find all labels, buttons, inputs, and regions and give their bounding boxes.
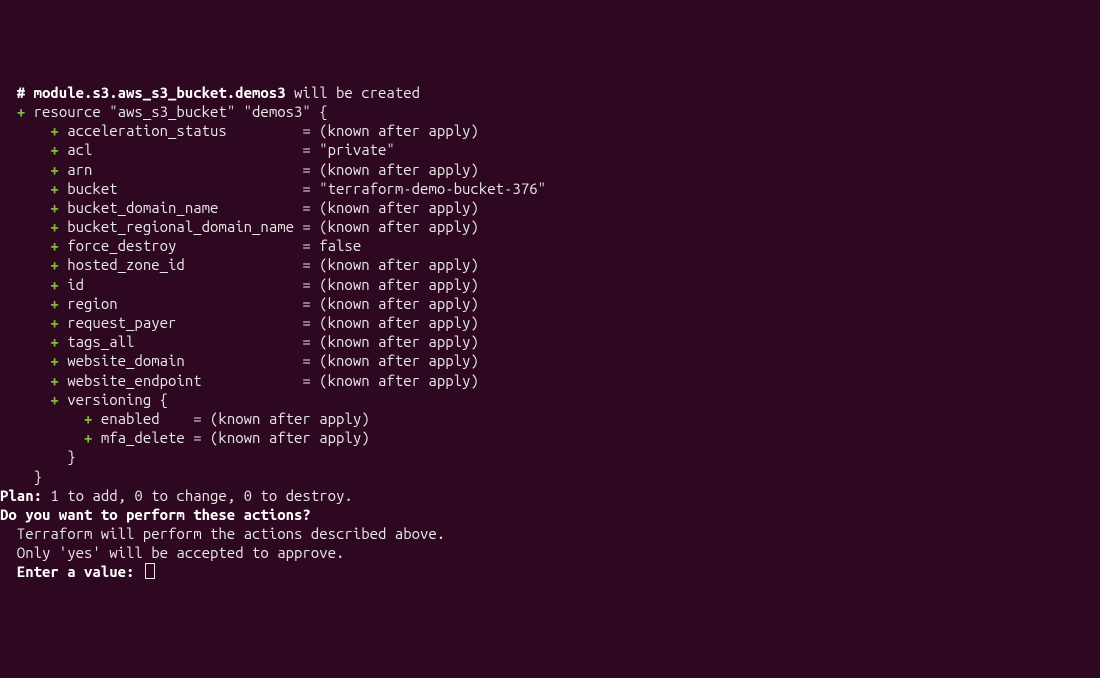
enter-value-prompt[interactable]: Enter a value:	[0, 562, 1100, 581]
brace-close: }	[0, 448, 76, 465]
plan-line: Plan: 1 to add, 0 to change, 0 to destro…	[0, 486, 1100, 505]
attr-region: + region = (known after apply)	[0, 294, 1100, 313]
plus-icon: +	[17, 103, 25, 120]
plus-icon: +	[50, 122, 58, 139]
confirm-info-2: Only 'yes' will be accepted to approve.	[0, 543, 1100, 562]
versioning-close: }	[0, 447, 1100, 466]
attr-text: id = (known after apply)	[59, 276, 479, 293]
prompt-label[interactable]: Enter a value:	[0, 563, 143, 580]
versioning-label: versioning {	[59, 391, 168, 408]
confirm-question: Do you want to perform these actions?	[0, 505, 1100, 524]
plus-icon: +	[50, 256, 58, 273]
attr-hosted_zone_id: + hosted_zone_id = (known after apply)	[0, 255, 1100, 274]
plus-icon: +	[50, 276, 58, 293]
attr-text: tags_all = (known after apply)	[59, 333, 479, 350]
plus-icon: +	[50, 372, 58, 389]
plus-icon: +	[50, 352, 58, 369]
plus-icon: +	[50, 333, 58, 350]
confirm-question-text: Do you want to perform these actions?	[0, 506, 311, 523]
plus-icon: +	[50, 314, 58, 331]
plus-icon: +	[50, 199, 58, 216]
attr-acceleration_status: + acceleration_status = (known after app…	[0, 121, 1100, 140]
attr-tags_all: + tags_all = (known after apply)	[0, 332, 1100, 351]
attr-bucket: + bucket = "terraform-demo-bucket-376"	[0, 179, 1100, 198]
attr-text: website_endpoint = (known after apply)	[59, 372, 479, 389]
resource-decl: resource "aws_s3_bucket" "demos3" {	[25, 103, 327, 120]
plus-icon: +	[50, 295, 58, 312]
attr-acl: + acl = "private"	[0, 140, 1100, 159]
comment-suffix: will be created	[286, 84, 420, 101]
cursor[interactable]	[145, 563, 155, 579]
plus-icon: +	[50, 161, 58, 178]
attr-text: bucket = "terraform-demo-bucket-376"	[59, 180, 546, 197]
plan-text: 1 to add, 0 to change, 0 to destroy.	[42, 487, 353, 504]
attr-text: website_domain = (known after apply)	[59, 352, 479, 369]
plus-icon: +	[50, 391, 58, 408]
versioning-enabled: + enabled = (known after apply)	[0, 409, 1100, 428]
plus-icon: +	[50, 218, 58, 235]
attr-id: + id = (known after apply)	[0, 275, 1100, 294]
versioning-attr-text: enabled = (known after apply)	[92, 410, 369, 427]
versioning-attr-text: mfa_delete = (known after apply)	[92, 429, 369, 446]
attr-bucket_regional_domain_name: + bucket_regional_domain_name = (known a…	[0, 217, 1100, 236]
versioning-mfa_delete: + mfa_delete = (known after apply)	[0, 428, 1100, 447]
attr-force_destroy: + force_destroy = false	[0, 236, 1100, 255]
versioning-open: + versioning {	[0, 390, 1100, 409]
resource-open: + resource "aws_s3_bucket" "demos3" {	[0, 102, 1100, 121]
comment-line: # module.s3.aws_s3_bucket.demos3 will be…	[0, 83, 1100, 102]
plus-icon: +	[50, 141, 58, 158]
terminal-output: # module.s3.aws_s3_bucket.demos3 will be…	[0, 83, 1100, 582]
attr-text: arn = (known after apply)	[59, 161, 479, 178]
plus-icon: +	[50, 237, 58, 254]
resource-close: }	[0, 467, 1100, 486]
plus-icon: +	[50, 180, 58, 197]
hash: #	[0, 84, 34, 101]
attr-request_payer: + request_payer = (known after apply)	[0, 313, 1100, 332]
attr-website_domain: + website_domain = (known after apply)	[0, 351, 1100, 370]
attr-text: bucket_regional_domain_name = (known aft…	[59, 218, 479, 235]
attr-arn: + arn = (known after apply)	[0, 160, 1100, 179]
attr-text: request_payer = (known after apply)	[59, 314, 479, 331]
attr-text: bucket_domain_name = (known after apply)	[59, 199, 479, 216]
module-path: module.s3.aws_s3_bucket.demos3	[34, 84, 286, 101]
plan-label: Plan:	[0, 487, 42, 504]
attr-text: acl = "private"	[59, 141, 395, 158]
confirm-line2: Only 'yes' will be accepted to approve.	[0, 544, 344, 561]
attr-website_endpoint: + website_endpoint = (known after apply)	[0, 371, 1100, 390]
brace-close: }	[0, 468, 42, 485]
confirm-line1: Terraform will perform the actions descr…	[0, 525, 445, 542]
attr-text: region = (known after apply)	[59, 295, 479, 312]
confirm-info-1: Terraform will perform the actions descr…	[0, 524, 1100, 543]
attr-bucket_domain_name: + bucket_domain_name = (known after appl…	[0, 198, 1100, 217]
attr-text: force_destroy = false	[59, 237, 361, 254]
attr-text: hosted_zone_id = (known after apply)	[59, 256, 479, 273]
attr-text: acceleration_status = (known after apply…	[59, 122, 479, 139]
